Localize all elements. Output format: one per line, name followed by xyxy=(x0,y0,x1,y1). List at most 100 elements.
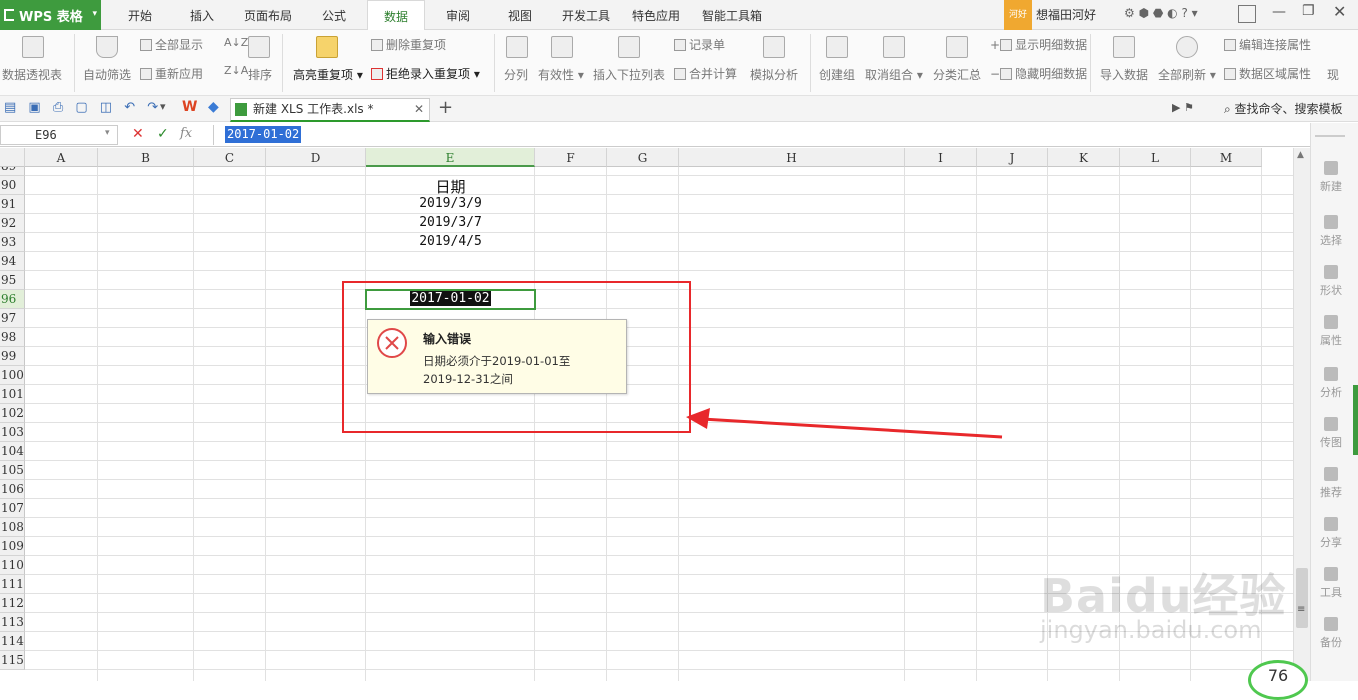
row-header-90[interactable]: 90 xyxy=(0,176,25,195)
column-header-e[interactable]: E xyxy=(366,148,535,167)
row-header-96[interactable]: 96 xyxy=(0,290,25,309)
user-name[interactable]: 想福田河好 xyxy=(1036,6,1096,23)
cell-e93[interactable]: 2019/4/5 xyxy=(366,234,535,249)
search-command[interactable]: ⌕ 查找命令、搜索模板 xyxy=(1224,100,1343,117)
pivot-table-button[interactable]: 数据透视表 xyxy=(2,66,62,83)
column-header-a[interactable]: A xyxy=(25,148,98,167)
toolbar-icons[interactable]: ⚙ ⬢ ⬣ ◐ ? ▾ xyxy=(1124,6,1198,20)
simulate-analysis-button[interactable]: 模拟分析 xyxy=(750,66,798,83)
name-box-dropdown-icon[interactable]: ▾ xyxy=(105,128,110,138)
collapse-ribbon-icon[interactable] xyxy=(1238,5,1256,23)
hide-detail-button[interactable]: − 隐藏明细数据 xyxy=(990,65,1087,82)
cancel-entry-icon[interactable]: ✕ xyxy=(132,126,144,142)
right-panel-item-5[interactable]: 传图 xyxy=(1311,417,1351,450)
formula-input[interactable]: 2017-01-02 xyxy=(225,126,302,143)
row-header-114[interactable]: 114 xyxy=(0,632,25,651)
column-header-c[interactable]: C xyxy=(194,148,266,167)
reapply-button[interactable]: 重新应用 xyxy=(140,65,203,82)
row-header-113[interactable]: 113 xyxy=(0,613,25,632)
tab-developer[interactable]: 开发工具 xyxy=(552,0,620,30)
right-panel-item-7[interactable]: 分享 xyxy=(1311,517,1351,550)
row-header-99[interactable]: 99 xyxy=(0,347,25,366)
restore-icon[interactable]: ❐ xyxy=(1302,3,1315,19)
tab-review[interactable]: 审阅 xyxy=(428,0,488,30)
sort-desc-icon[interactable]: Z↓A xyxy=(224,64,248,77)
right-panel-item-9[interactable]: 备份 xyxy=(1311,617,1351,650)
row-header-103[interactable]: 103 xyxy=(0,423,25,442)
show-detail-button[interactable]: + 显示明细数据 xyxy=(990,36,1087,53)
row-header-93[interactable]: 93 xyxy=(0,233,25,252)
tab-special[interactable]: 特色应用 xyxy=(622,0,690,30)
row-header-111[interactable]: 111 xyxy=(0,575,25,594)
cell-e90[interactable]: 日期 xyxy=(366,176,535,197)
right-panel-item-3[interactable]: 属性 xyxy=(1311,315,1351,348)
row-header-98[interactable]: 98 xyxy=(0,328,25,347)
column-header-l[interactable]: L xyxy=(1120,148,1191,167)
row-header-106[interactable]: 106 xyxy=(0,480,25,499)
row-header-92[interactable]: 92 xyxy=(0,214,25,233)
row-header-109[interactable]: 109 xyxy=(0,537,25,556)
row-header-100[interactable]: 100 xyxy=(0,366,25,385)
minimize-icon[interactable]: — xyxy=(1272,4,1286,20)
row-header-108[interactable]: 108 xyxy=(0,518,25,537)
row-header-94[interactable]: 94 xyxy=(0,252,25,271)
column-header-j[interactable]: J xyxy=(977,148,1048,167)
confirm-entry-icon[interactable]: ✓ xyxy=(157,126,169,142)
tab-page-layout[interactable]: 页面布局 xyxy=(234,0,302,30)
show-all-button[interactable]: 全部显示 xyxy=(140,36,203,53)
column-header-h[interactable]: H xyxy=(679,148,905,167)
select-all-corner[interactable] xyxy=(0,148,25,167)
name-box[interactable]: E96 xyxy=(0,125,118,145)
cell-e92[interactable]: 2019/3/7 xyxy=(366,215,535,230)
region-prop-button[interactable]: 数据区域属性 xyxy=(1224,65,1311,82)
document-tab[interactable]: 新建 XLS 工作表.xls * ✕ xyxy=(230,98,430,122)
right-panel-item-2[interactable]: 形状 xyxy=(1311,265,1351,298)
tab-data[interactable]: 数据 xyxy=(367,0,425,30)
row-header-104[interactable]: 104 xyxy=(0,442,25,461)
sort-asc-icon[interactable]: A↓Z xyxy=(224,36,248,49)
chevron-down-icon[interactable]: ▾ xyxy=(92,9,97,19)
quick-access-icons[interactable]: ▤ ▣ ⎙ ▢ ◫ ↶ ↷ xyxy=(4,100,162,115)
right-panel-item-1[interactable]: 选择 xyxy=(1311,215,1351,248)
user-avatar[interactable]: 河好 xyxy=(1004,0,1032,30)
refresh-all-button[interactable]: 全部刷新 ▾ xyxy=(1158,66,1216,83)
row-header-101[interactable]: 101 xyxy=(0,385,25,404)
reject-duplicates-button[interactable]: 拒绝录入重复项 ▾ xyxy=(371,65,480,82)
column-header-b[interactable]: B xyxy=(98,148,194,167)
row-header-97[interactable]: 97 xyxy=(0,309,25,328)
tab-insert[interactable]: 插入 xyxy=(172,0,232,30)
panel-toggle[interactable] xyxy=(1353,385,1358,455)
row-header-102[interactable]: 102 xyxy=(0,404,25,423)
autofilter-button[interactable]: 自动筛选 xyxy=(83,66,131,83)
merge-calc-button[interactable]: 合并计算 xyxy=(674,65,737,82)
import-data-button[interactable]: 导入数据 xyxy=(1100,66,1148,83)
column-header-f[interactable]: F xyxy=(535,148,607,167)
cell-e91[interactable]: 2019/3/9 xyxy=(366,196,535,211)
highlight-duplicates-button[interactable]: 高亮重复项 ▾ xyxy=(293,66,363,83)
subtotal-button[interactable]: 分类汇总 xyxy=(933,66,981,83)
more-ribbon-button[interactable]: 现 xyxy=(1327,66,1339,83)
row-header-107[interactable]: 107 xyxy=(0,499,25,518)
tab-home[interactable]: 开始 xyxy=(110,0,170,30)
column-header-k[interactable]: K xyxy=(1048,148,1120,167)
right-panel-item-6[interactable]: 推荐 xyxy=(1311,467,1351,500)
vertical-scrollbar[interactable]: ▲ ≡ xyxy=(1293,148,1310,681)
row-header-95[interactable]: 95 xyxy=(0,271,25,290)
row-header-105[interactable]: 105 xyxy=(0,461,25,480)
scroll-thumb[interactable] xyxy=(1296,568,1308,628)
right-panel-item-4[interactable]: 分析 xyxy=(1311,367,1351,400)
wps-w-icon[interactable]: W xyxy=(182,99,197,115)
create-group-button[interactable]: 创建组 xyxy=(819,66,855,83)
app-menu-button[interactable]: WPS 表格 ▾ xyxy=(0,0,101,30)
row-header-115[interactable]: 115 xyxy=(0,651,25,670)
tab-view[interactable]: 视图 xyxy=(490,0,550,30)
tab-formula[interactable]: 公式 xyxy=(304,0,364,30)
new-tab-icon[interactable]: + xyxy=(438,97,453,118)
close-icon[interactable]: ✕ xyxy=(1333,2,1346,21)
right-panel-item-0[interactable]: 新建 xyxy=(1311,161,1351,194)
sort-button[interactable]: 排序 xyxy=(248,66,272,83)
row-header-110[interactable]: 110 xyxy=(0,556,25,575)
row-header-112[interactable]: 112 xyxy=(0,594,25,613)
play-icon[interactable]: ▶ ⚑ xyxy=(1172,101,1194,114)
ungroup-button[interactable]: 取消组合 ▾ xyxy=(865,66,923,83)
